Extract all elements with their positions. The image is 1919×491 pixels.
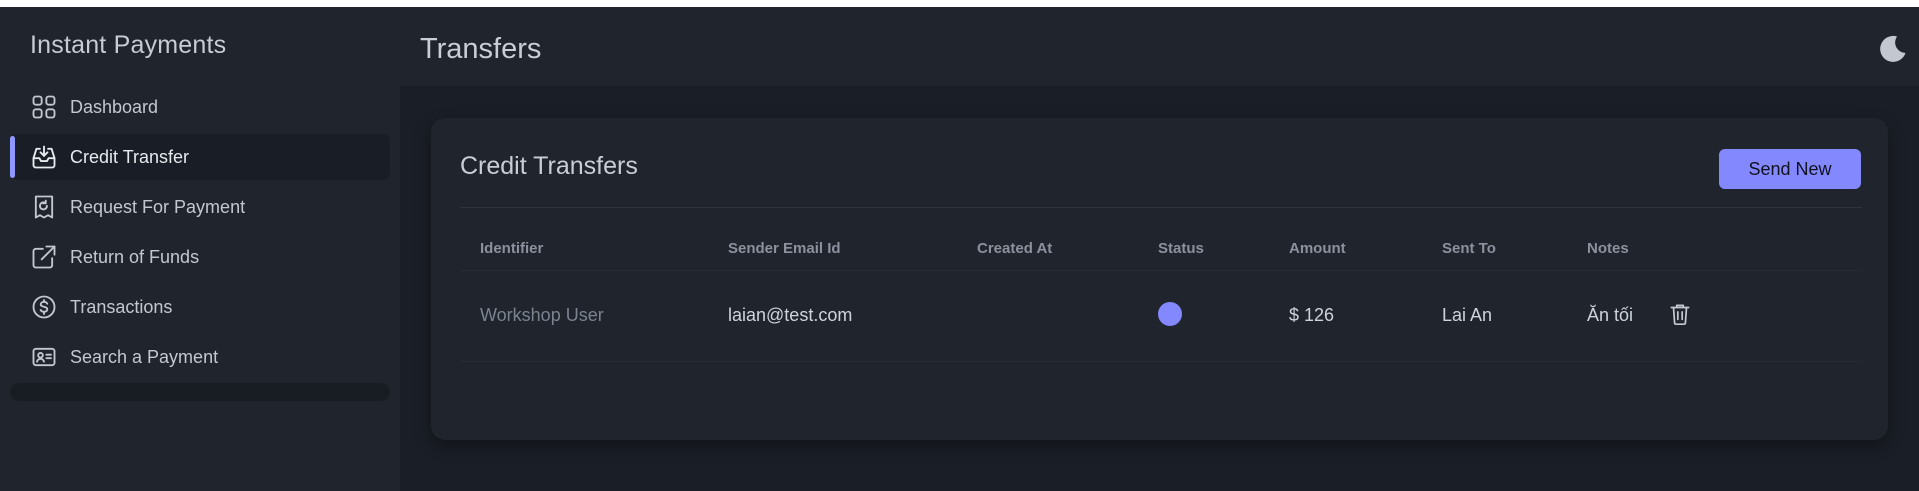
column-header-created-at[interactable]: Created At: [977, 240, 1052, 257]
trash-icon[interactable]: [1667, 301, 1693, 327]
sidebar-item-label: Request For Payment: [70, 196, 246, 217]
sidebar-item-label: Dashboard: [70, 96, 159, 117]
cell-identifier: Workshop User: [480, 305, 604, 325]
column-header-status[interactable]: Status: [1158, 240, 1204, 257]
sidebar-item-request-for-payment[interactable]: Request For Payment: [10, 184, 390, 230]
page-title: Transfers: [420, 33, 542, 65]
status-indicator: [1158, 302, 1182, 326]
cell-sender-email: laian@test.com: [728, 305, 853, 325]
sidebar-item-transactions[interactable]: Transactions: [10, 284, 390, 330]
credit-transfers-card: Credit Transfers Send New Identifier Sen…: [431, 118, 1888, 440]
page-header: Transfers: [400, 7, 1919, 87]
sidebar-item-search-a-payment[interactable]: Search a Payment: [10, 334, 390, 380]
table-header: Identifier Sender Email Id Created At St…: [460, 226, 1862, 271]
sidebar-item-return-of-funds[interactable]: Return of Funds: [10, 234, 390, 280]
app-title: Instant Payments: [30, 31, 227, 59]
cell-notes: Ăn tối: [1587, 305, 1634, 325]
sidebar-item-label: Return of Funds: [70, 246, 200, 267]
table-row[interactable]: Workshop User laian@test.com $ 126 Lai A…: [460, 271, 1862, 362]
column-header-notes[interactable]: Notes: [1587, 240, 1629, 257]
card-title: Credit Transfers: [460, 152, 638, 180]
send-new-button[interactable]: Send New: [1719, 149, 1861, 189]
grid-icon: [30, 93, 58, 121]
id-card-icon: [30, 343, 58, 371]
sidebar-scrollbar[interactable]: [10, 383, 390, 401]
external-link-icon: [30, 243, 58, 271]
cell-sent-to: Lai An: [1442, 305, 1493, 325]
sidebar: Instant Payments Dashboard Credit Transf…: [0, 7, 400, 491]
sidebar-item-label: Transactions: [70, 296, 173, 317]
main-content: Credit Transfers Send New Identifier Sen…: [400, 87, 1919, 491]
sidebar-item-label: Credit Transfer: [70, 146, 190, 167]
sidebar-item-label: Search a Payment: [70, 346, 219, 367]
top-strip: [0, 0, 1919, 7]
column-header-sender-email[interactable]: Sender Email Id: [728, 240, 841, 257]
sidebar-item-dashboard[interactable]: Dashboard: [10, 84, 390, 130]
transfers-table: Identifier Sender Email Id Created At St…: [460, 226, 1862, 362]
column-header-sent-to[interactable]: Sent To: [1442, 240, 1496, 257]
dollar-circle-icon: [30, 293, 58, 321]
moon-icon[interactable]: [1877, 33, 1909, 65]
sidebar-nav: Dashboard Credit Transfer Request For Pa…: [10, 84, 390, 384]
receipt-refund-icon: [30, 193, 58, 221]
column-header-identifier[interactable]: Identifier: [480, 240, 543, 257]
cell-amount: $ 126: [1289, 305, 1335, 325]
sidebar-item-credit-transfer[interactable]: Credit Transfer: [10, 134, 390, 180]
column-header-amount[interactable]: Amount: [1289, 240, 1346, 257]
card-divider: [460, 207, 1862, 208]
inbox-download-icon: [30, 143, 58, 171]
